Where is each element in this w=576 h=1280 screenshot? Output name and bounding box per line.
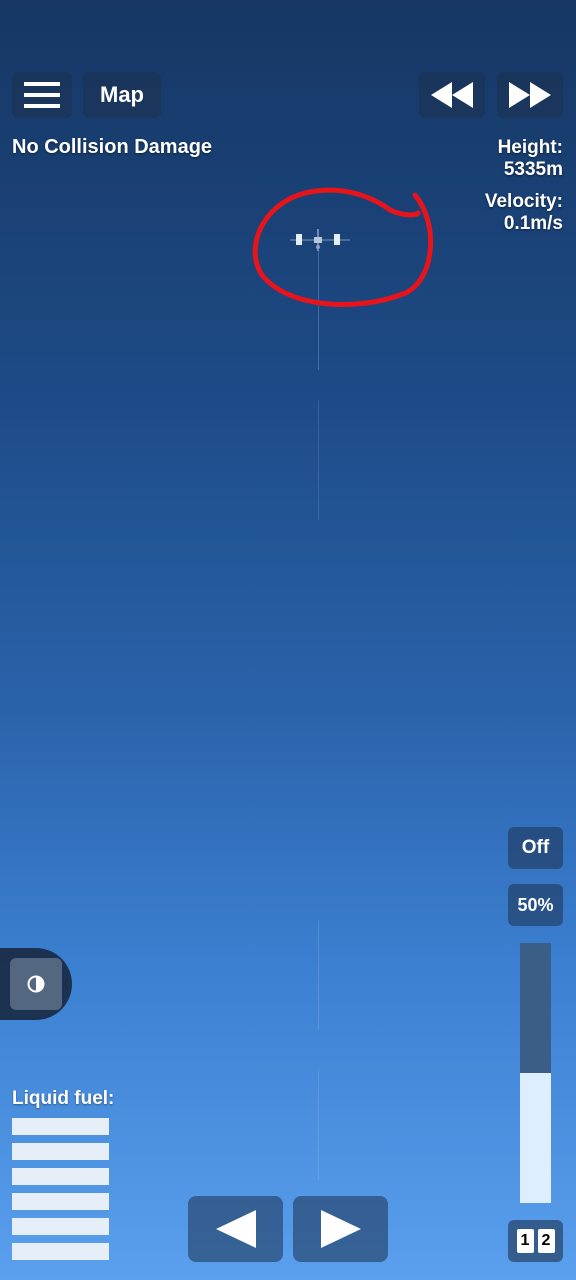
height-readout: Height: 5335m	[498, 137, 563, 181]
liquid-fuel-bar-segment	[12, 1118, 109, 1135]
throttle-off-label: Off	[521, 837, 550, 858]
stage-2[interactable]: 2	[537, 1229, 555, 1253]
throttle-off-button[interactable]: Off	[508, 827, 563, 869]
velocity-value: 0.1m/s	[503, 213, 563, 234]
rocket-trail	[318, 920, 319, 1030]
throttle-percent-button[interactable]: 50%	[508, 884, 563, 926]
liquid-fuel-bar-segment	[12, 1243, 109, 1260]
velocity-readout: Velocity: 0.1m/s	[485, 191, 563, 235]
menu-button[interactable]	[12, 72, 72, 118]
stage-1[interactable]: 1	[516, 1229, 534, 1253]
collision-status-text: No Collision Damage	[12, 136, 213, 158]
triangle-right-icon	[320, 1210, 361, 1248]
throttle-slider[interactable]	[520, 943, 551, 1203]
liquid-fuel-bar-segment	[12, 1143, 109, 1160]
rewind-button[interactable]	[419, 72, 485, 118]
half-circle-contrast-button[interactable]	[10, 958, 62, 1010]
liquid-fuel-bar-segment	[12, 1218, 109, 1235]
triangle-left-icon	[215, 1210, 256, 1248]
rocket-trail	[318, 400, 319, 520]
map-button[interactable]: Map	[83, 72, 161, 118]
liquid-fuel-bar-segment	[12, 1193, 109, 1210]
liquid-fuel-bar-segment	[12, 1168, 109, 1185]
throttle-percent-label: 50%	[517, 894, 554, 915]
height-label: Height:	[497, 137, 563, 158]
throttle-slider-fill	[520, 1073, 551, 1203]
liquid-fuel-label: Liquid fuel:	[12, 1088, 115, 1109]
velocity-label: Velocity:	[484, 191, 563, 212]
half-circle-contrast-icon	[27, 975, 45, 993]
annotation-circle	[252, 187, 434, 308]
map-button-label: Map	[100, 82, 144, 107]
height-value: 5335m	[503, 159, 563, 180]
previous-button[interactable]	[188, 1196, 283, 1262]
hamburger-menu-icon	[24, 82, 60, 108]
rewind-icon	[431, 82, 473, 108]
rocket-trail	[318, 1070, 319, 1180]
stage-selector[interactable]: 1 2	[508, 1220, 563, 1262]
fast-forward-button[interactable]	[497, 72, 563, 118]
next-button[interactable]	[293, 1196, 388, 1262]
fast-forward-icon	[509, 82, 551, 108]
